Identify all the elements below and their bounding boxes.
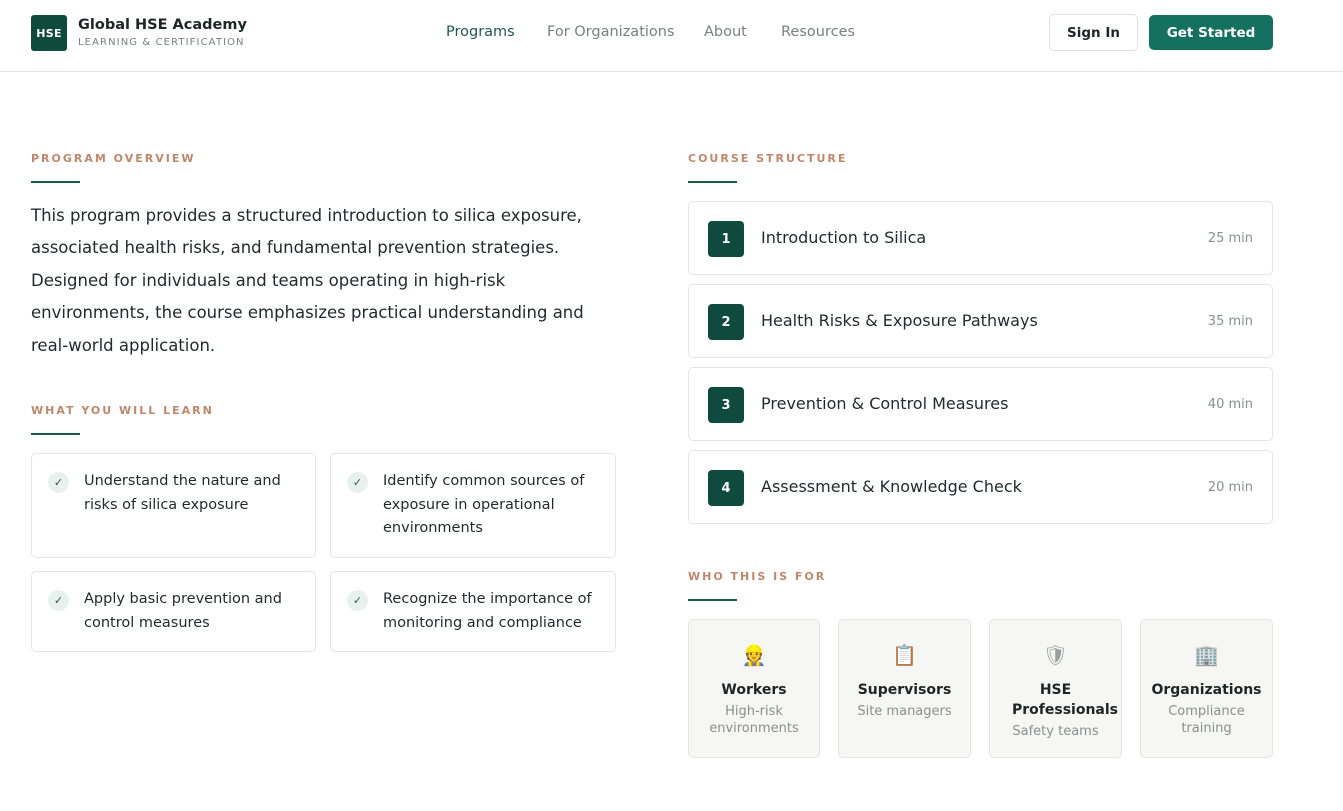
- section-divider: [688, 181, 737, 183]
- nav-programs[interactable]: Programs: [446, 24, 515, 40]
- shield-icon: 🛡: [1042, 643, 1069, 667]
- learn-item: ✓ Identify common sources of exposure in…: [330, 453, 616, 558]
- check-icon: ✓: [347, 472, 368, 493]
- program-overview-text: This program provides a structured intro…: [31, 206, 584, 355]
- nav-resources[interactable]: Resources: [781, 24, 855, 40]
- course-module-2[interactable]: 2 Health Risks & Exposure Pathways 35 mi…: [688, 284, 1273, 358]
- course-module-1[interactable]: 1 Introduction to Silica 25 min: [688, 201, 1273, 275]
- logo[interactable]: HSE: [31, 15, 67, 51]
- what-you-will-learn-label: WHAT YOU WILL LEARN: [31, 404, 214, 417]
- audience-title: Organizations: [1151, 682, 1262, 698]
- module-duration: 40 min: [1207, 397, 1253, 412]
- module-number: 2: [708, 304, 744, 340]
- sign-in-button[interactable]: Sign In: [1049, 14, 1138, 51]
- module-number: 3: [708, 387, 744, 423]
- module-number: 4: [708, 470, 744, 506]
- audience-title: Workers: [721, 682, 787, 698]
- audience-title: HSE Professionals: [1012, 682, 1118, 718]
- learn-item: ✓ Apply basic prevention and control mea…: [31, 571, 316, 652]
- module-title: Assessment & Knowledge Check: [761, 477, 1022, 496]
- worker-icon: 👷: [741, 643, 767, 667]
- module-number: 1: [708, 221, 744, 257]
- check-icon: ✓: [48, 472, 69, 493]
- audience-subtitle: Safety teams: [1012, 724, 1099, 739]
- module-title: Prevention & Control Measures: [761, 394, 1009, 413]
- brand-subtitle: LEARNING & CERTIFICATION: [78, 37, 245, 48]
- nav-for-organizations[interactable]: For Organizations: [547, 24, 675, 40]
- audience-subtitle: High-risk environments: [709, 704, 799, 736]
- learn-item-text: Apply basic prevention and control measu…: [84, 591, 282, 631]
- audience-card-supervisors: 📋 Supervisors Site managers: [838, 619, 971, 758]
- course-structure-label: COURSE STRUCTURE: [688, 152, 848, 165]
- learn-item-text: Understand the nature and risks of silic…: [84, 473, 281, 513]
- program-overview-label: PROGRAM OVERVIEW: [31, 152, 196, 165]
- module-title: Introduction to Silica: [761, 228, 927, 247]
- section-divider: [31, 181, 80, 183]
- learn-item-text: Recognize the importance of monitoring a…: [383, 591, 592, 631]
- who-this-is-for-label: WHO THIS IS FOR: [688, 570, 827, 583]
- clipboard-icon: 📋: [892, 643, 917, 667]
- module-duration: 20 min: [1207, 480, 1253, 495]
- audience-title: Supervisors: [857, 682, 952, 698]
- learn-item-text: Identify common sources of exposure in o…: [383, 473, 585, 536]
- audience-card-workers: 👷 Workers High-risk environments: [688, 619, 820, 758]
- audience-card-organizations: 🏢 Organizations Compliance training: [1140, 619, 1273, 758]
- check-icon: ✓: [48, 590, 69, 611]
- module-duration: 35 min: [1207, 314, 1253, 329]
- module-title: Health Risks & Exposure Pathways: [761, 311, 1038, 330]
- section-divider: [688, 599, 737, 601]
- check-icon: ✓: [347, 590, 368, 611]
- top-header: HSE Global HSE Academy LEARNING & CERTIF…: [0, 0, 1343, 72]
- audience-subtitle: Compliance training: [1168, 704, 1245, 736]
- learn-item: ✓ Recognize the importance of monitoring…: [330, 571, 616, 652]
- office-building-icon: 🏢: [1194, 643, 1219, 667]
- audience-card-hse-professionals: 🛡 HSE Professionals Safety teams: [989, 619, 1122, 758]
- audience-subtitle: Site managers: [857, 704, 952, 719]
- learn-item: ✓ Understand the nature and risks of sil…: [31, 453, 316, 558]
- course-module-3[interactable]: 3 Prevention & Control Measures 40 min: [688, 367, 1273, 441]
- get-started-button[interactable]: Get Started: [1149, 15, 1273, 50]
- brand-title[interactable]: Global HSE Academy: [78, 17, 247, 33]
- module-duration: 25 min: [1207, 231, 1253, 246]
- section-divider: [31, 433, 80, 435]
- course-module-4[interactable]: 4 Assessment & Knowledge Check 20 min: [688, 450, 1273, 524]
- nav-about[interactable]: About: [704, 24, 747, 40]
